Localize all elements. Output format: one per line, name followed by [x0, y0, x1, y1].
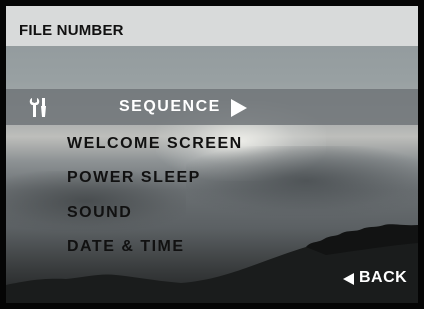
tools-icon — [29, 98, 46, 117]
page-title: FILE NUMBER — [19, 22, 124, 39]
camera-screen: FILE NUMBER SEQUENCE WELCOME SCREEN POWE… — [6, 6, 418, 303]
menu-item-label: SEQUENCE — [119, 98, 221, 115]
back-label: BACK — [359, 269, 408, 286]
menu-item-welcome-screen[interactable]: WELCOME SCREEN — [6, 127, 418, 161]
menu-item-label: SOUND — [67, 204, 133, 221]
menu-item-label: WELCOME SCREEN — [67, 135, 243, 152]
menu-item-label: DATE & TIME — [67, 238, 185, 255]
arrow-left-icon — [343, 273, 354, 285]
menu-item-label: POWER SLEEP — [67, 169, 201, 186]
title-bar: FILE NUMBER — [6, 6, 418, 46]
arrow-right-icon — [231, 99, 247, 117]
menu-item-date-time[interactable]: DATE & TIME — [6, 230, 418, 264]
menu-item-power-sleep[interactable]: POWER SLEEP — [6, 161, 418, 195]
menu-item-sequence[interactable]: SEQUENCE — [6, 89, 418, 125]
menu-item-sound[interactable]: SOUND — [6, 196, 418, 230]
